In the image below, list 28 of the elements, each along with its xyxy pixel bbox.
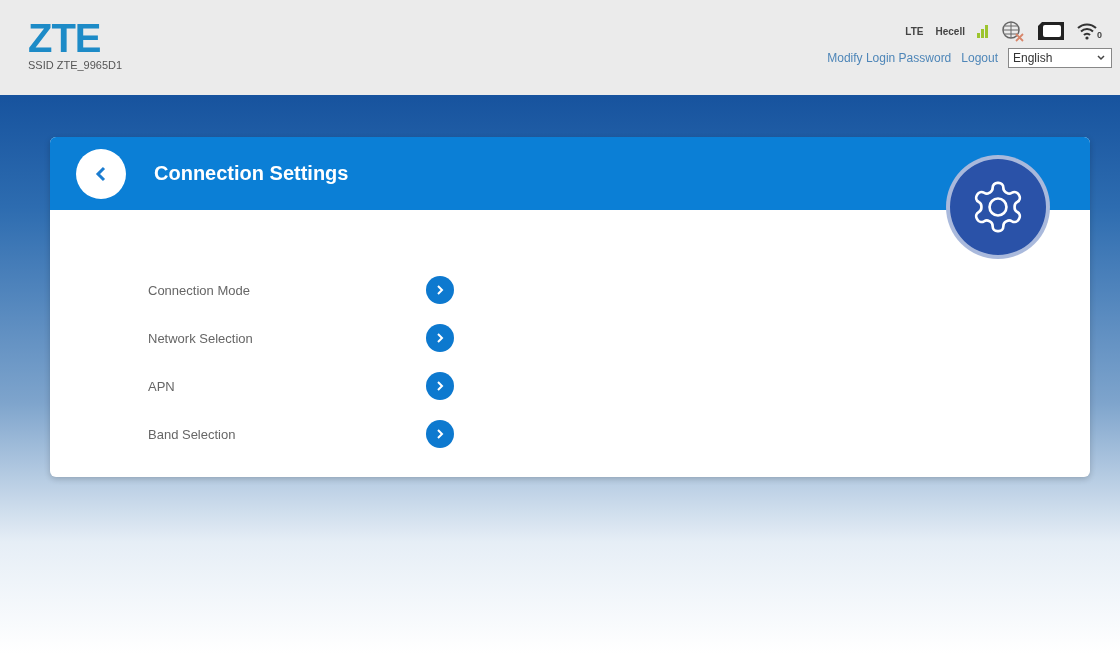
wifi-icon — [1077, 22, 1097, 40]
chevron-right-icon — [435, 332, 445, 344]
caret-icon — [1097, 55, 1105, 61]
chevron-left-icon — [94, 164, 108, 183]
header-link[interactable]: Logout — [961, 51, 998, 65]
page-title: Connection Settings — [154, 162, 349, 185]
brand-logo: ZTE — [28, 20, 102, 56]
setting-label: Network Selection — [148, 330, 254, 346]
open-button[interactable] — [426, 420, 454, 448]
chevron-right-icon — [435, 428, 445, 440]
open-button[interactable] — [426, 276, 454, 304]
setting-label: Connection Mode — [148, 282, 251, 298]
setting-label: APN — [148, 378, 176, 394]
network-type: LTE — [905, 25, 924, 37]
back-button[interactable] — [76, 148, 126, 199]
header-link[interactable]: Modify Login Password — [827, 51, 952, 65]
signal-icon — [977, 24, 989, 38]
ssid-label: SSID ZTE_9965D1 — [28, 59, 123, 71]
setting-label: Band Selection — [148, 426, 237, 442]
globe-icon — [1001, 20, 1025, 42]
wifi-client-count: 0 — [1097, 30, 1102, 40]
chevron-right-icon — [435, 380, 445, 392]
sim-card-icon — [1037, 21, 1065, 41]
operator-name: Hecell — [935, 25, 965, 37]
open-button[interactable] — [426, 372, 454, 400]
open-button[interactable] — [426, 324, 454, 352]
chevron-right-icon — [435, 284, 445, 296]
language-select[interactable]: English — [1008, 48, 1112, 68]
